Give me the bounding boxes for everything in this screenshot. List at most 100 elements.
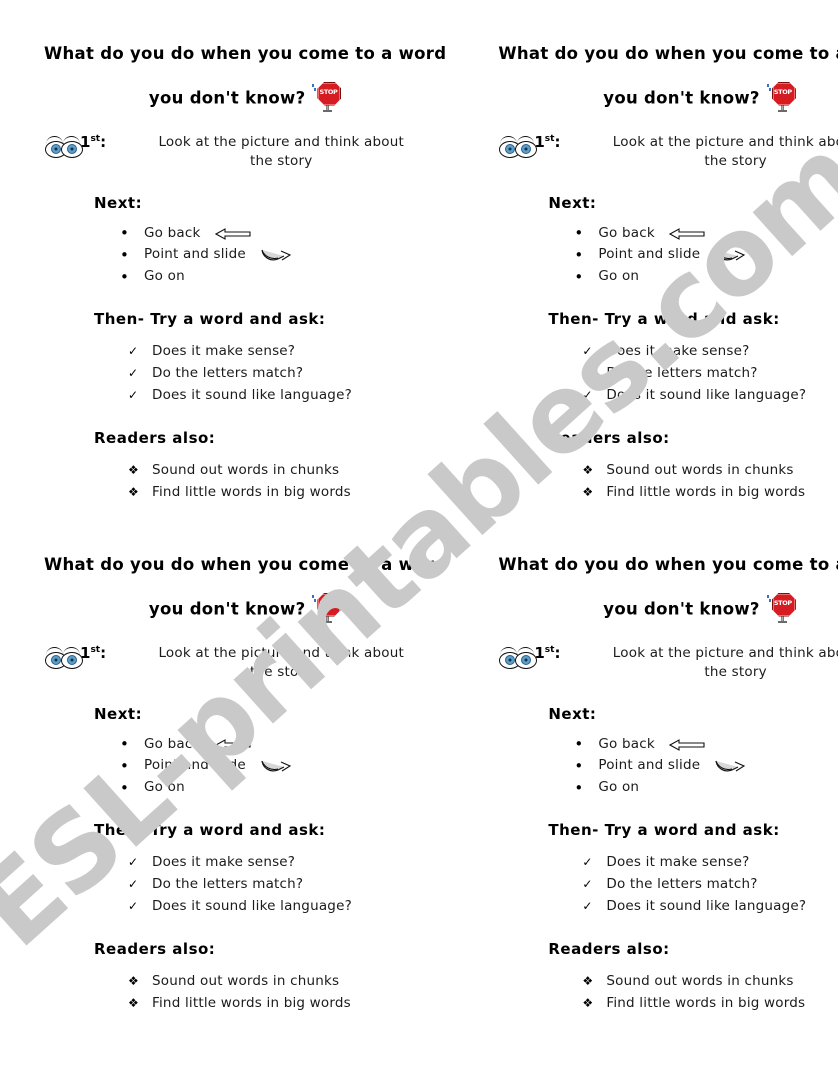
stop-sign-label: STOP: [773, 87, 792, 96]
list-item: ✓ Does it make sense?: [128, 852, 446, 874]
then-list: ✓ Does it make sense? ✓ Do the letters mat…: [44, 852, 446, 918]
check-icon: ✓: [582, 388, 593, 403]
stop-sign-label: STOP: [319, 87, 338, 96]
list-item-label: Go back: [598, 224, 655, 241]
list-item: • Point and slide: [574, 755, 838, 777]
list-item-label: Go on: [598, 268, 640, 285]
list-item: • Go on: [120, 266, 446, 288]
next-list: • Go back • Point and slide • Go on: [44, 223, 446, 289]
first-step-text-line-1: Look at the picture and think about: [158, 133, 405, 150]
list-item: ✓ Does it sound like language?: [128, 896, 446, 918]
list-item: ✓ Does it sound like language?: [128, 385, 446, 407]
list-item-label: Go back: [144, 735, 201, 752]
bullet-dot-icon: •: [120, 778, 130, 797]
list-item: ✓ Does it sound like language?: [582, 385, 838, 407]
first-step-text-line-2: the story: [250, 664, 313, 681]
title-line-2: you don't know?: [148, 88, 306, 107]
first-step-row: 1st: Look at the picture and think about…: [498, 133, 838, 172]
bullet-dot-icon: •: [574, 267, 584, 286]
next-list: • Go back • Point and slide • Go on: [498, 734, 838, 800]
list-item: ✓ Does it sound like language?: [582, 896, 838, 918]
list-item: ❖ Sound out words in chunks: [582, 971, 838, 993]
list-item-label: Does it make sense?: [152, 854, 296, 871]
list-item-label: Point and slide: [598, 757, 701, 774]
next-heading: Next:: [94, 704, 143, 723]
first-step-text-line-2: the story: [704, 664, 767, 681]
stop-sign-icon: STOP: [766, 592, 796, 623]
check-icon: ✓: [128, 366, 139, 381]
title-line-2: you don't know?: [603, 88, 760, 107]
list-item-label: Find little words in big words: [152, 994, 351, 1011]
diamond-bullet-icon: ❖: [582, 995, 594, 1010]
list-item: • Go on: [574, 777, 838, 799]
check-icon: ✓: [582, 344, 593, 359]
list-item: ✓ Do the letters match?: [128, 874, 446, 896]
readers-list: ❖ Sound out words in chunks ❖ Find little …: [44, 460, 446, 504]
list-item-label: Does it sound like language?: [606, 897, 807, 914]
check-icon: ✓: [582, 899, 593, 914]
bullet-dot-icon: •: [120, 267, 130, 286]
list-item-label: Do the letters match?: [606, 876, 758, 893]
first-step-text: Look at the picture and think about the …: [116, 133, 446, 172]
first-step-text-line-1: Look at the picture and think about: [612, 133, 838, 150]
then-list: ✓ Does it make sense? ✓ Do the letters mat…: [498, 341, 838, 407]
readers-heading: Readers also:: [548, 939, 670, 958]
list-item: ❖ Find little words in big words: [582, 993, 838, 1015]
then-heading: Then- Try a word and ask:: [548, 310, 780, 329]
check-icon: ✓: [128, 855, 139, 870]
list-item-label: Sound out words in chunks: [152, 461, 340, 478]
then-heading: Then- Try a word and ask:: [94, 310, 326, 329]
next-list: • Go back • Point and slide • Go on: [498, 223, 838, 289]
then-heading: Then- Try a word and ask:: [548, 821, 780, 840]
bullet-dot-icon: •: [574, 224, 584, 243]
bullet-dot-icon: •: [574, 735, 584, 754]
stop-sign-label: STOP: [319, 598, 338, 607]
worksheet-copy-top-left: What do you do when you come to a word y…: [0, 0, 462, 543]
list-item: • Go on: [120, 777, 446, 799]
list-item: • Go on: [574, 266, 838, 288]
then-list: ✓ Does it make sense? ✓ Do the letters mat…: [44, 341, 446, 407]
left-arrow-icon: [214, 227, 251, 240]
list-item-label: Does it sound like language?: [152, 386, 352, 403]
diamond-bullet-icon: ❖: [128, 995, 139, 1010]
next-list: • Go back • Point and slide • Go on: [44, 734, 446, 800]
list-item-label: Point and slide: [144, 246, 246, 263]
curved-arrow-icon: [260, 247, 294, 263]
list-item-label: Go on: [598, 779, 640, 796]
check-icon: ✓: [582, 877, 593, 892]
list-item-label: Sound out words in chunks: [606, 461, 794, 478]
page-title: What do you do when you come to a word y…: [44, 555, 447, 625]
first-step-row: 1st: Look at the picture and think about…: [498, 644, 838, 683]
readers-heading: Readers also:: [94, 428, 216, 447]
title-line-1: What do you do when you come to a word: [44, 555, 447, 574]
list-item-label: Go on: [144, 779, 185, 796]
readers-heading: Readers also:: [94, 939, 216, 958]
list-item: ❖ Sound out words in chunks: [128, 460, 446, 482]
left-arrow-icon: [668, 738, 705, 751]
first-step-text-line-1: Look at the picture and think about: [612, 644, 838, 661]
title-line-2: you don't know?: [148, 599, 306, 618]
list-item-label: Sound out words in chunks: [606, 972, 794, 989]
diamond-bullet-icon: ❖: [128, 973, 139, 988]
check-icon: ✓: [128, 877, 139, 892]
list-item: ❖ Sound out words in chunks: [582, 460, 838, 482]
left-arrow-icon: [214, 738, 251, 751]
list-item: ❖ Find little words in big words: [128, 482, 446, 504]
list-item-label: Sound out words in chunks: [152, 972, 340, 989]
list-item-label: Go back: [598, 735, 655, 752]
left-arrow-icon: [668, 227, 705, 240]
title-line-1: What do you do when you come to a word: [498, 44, 838, 63]
list-item: ✓ Do the letters match?: [128, 363, 446, 385]
list-item-label: Do the letters match?: [606, 365, 758, 382]
curved-arrow-icon: [260, 758, 294, 774]
title-line-2: you don't know?: [603, 599, 760, 618]
list-item-label: Find little words in big words: [606, 483, 806, 500]
first-step-text-line-2: the story: [704, 153, 767, 170]
page-title: What do you do when you come to a word y…: [498, 44, 838, 114]
bullet-dot-icon: •: [120, 245, 130, 264]
next-heading: Next:: [548, 704, 597, 723]
list-item-label: Does it sound like language?: [152, 897, 352, 914]
check-icon: ✓: [128, 388, 139, 403]
stop-sign-icon: STOP: [312, 592, 342, 623]
next-heading: Next:: [548, 193, 597, 212]
